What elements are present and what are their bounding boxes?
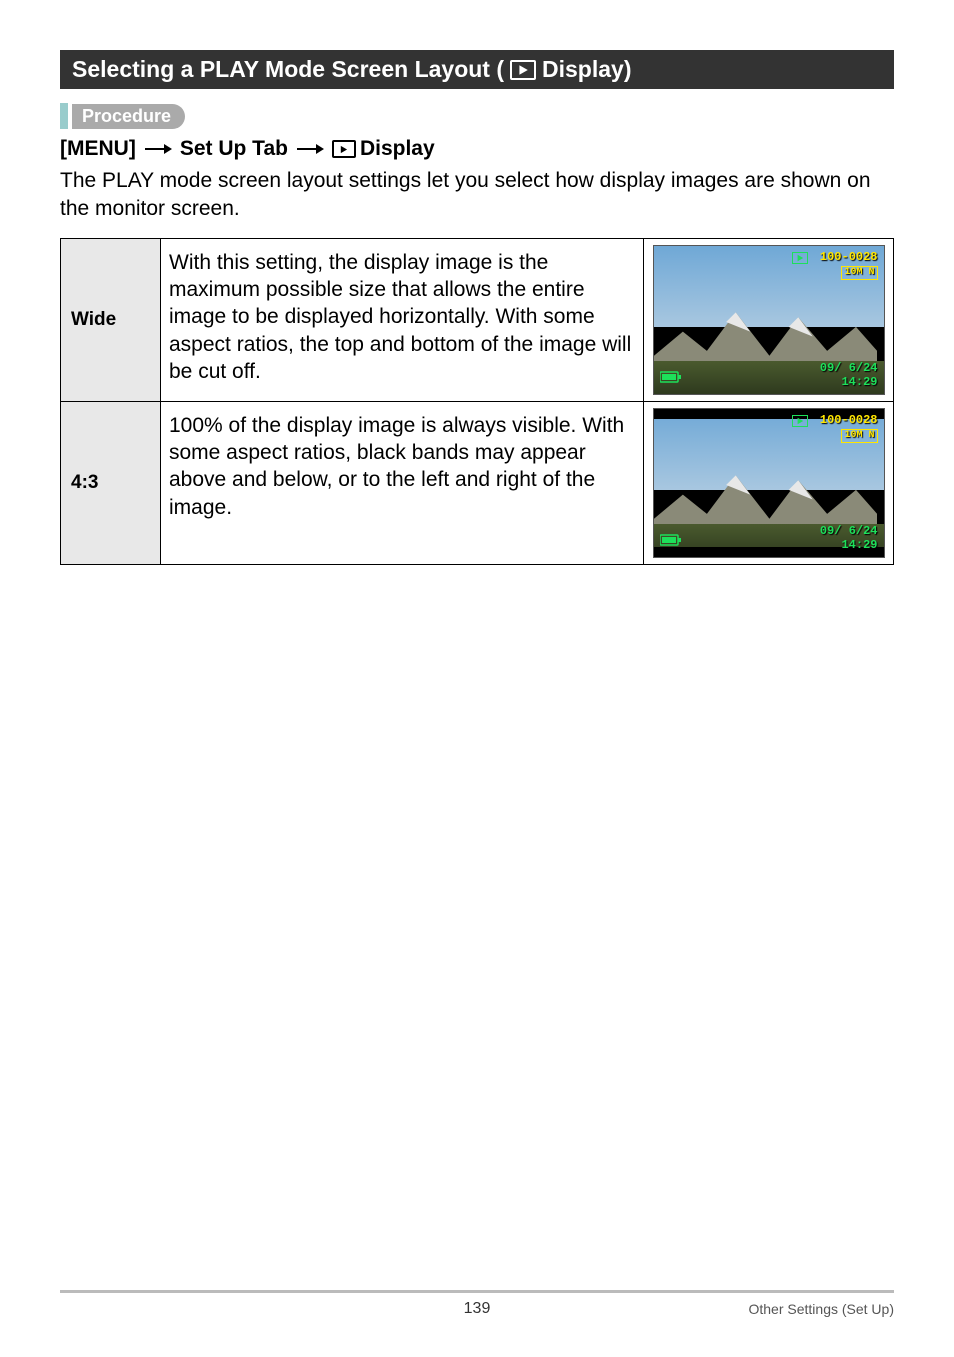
table-row: 4:3 100% of the display image is always … (61, 401, 894, 564)
option-preview-cell: 100-0028 10M N 09/ 6/24 14:29 (644, 238, 894, 401)
procedure-heading: Procedure (60, 103, 894, 129)
play-indicator-icon (792, 252, 808, 264)
play-mode-icon (332, 140, 356, 158)
overlay-time: 14:29 (820, 538, 878, 552)
procedure-chip: Procedure (72, 104, 185, 129)
overlay-date: 09/ 6/24 (820, 524, 878, 538)
preview-image-4-3: 100-0028 10M N 09/ 6/24 14:29 (653, 408, 885, 558)
page-footer: 139 Other Settings (Set Up) (60, 1290, 894, 1317)
overlay-size-badge: 10M N (841, 429, 877, 443)
menu-path-display: Display (360, 137, 435, 161)
options-table: Wide With this setting, the display imag… (60, 238, 894, 565)
option-description: With this setting, the display image is … (161, 238, 644, 401)
play-indicator-icon (792, 415, 808, 427)
overlay-time: 14:29 (820, 375, 878, 389)
overlay-datetime: 09/ 6/24 14:29 (820, 361, 878, 390)
arrow-icon (144, 142, 172, 156)
overlay-date: 09/ 6/24 (820, 361, 878, 375)
page-number: 139 (464, 1300, 491, 1318)
table-row: Wide With this setting, the display imag… (61, 238, 894, 401)
overlay-size-badge: 10M N (841, 266, 877, 280)
overlay-battery-icon (660, 370, 682, 388)
option-preview-cell: 100-0028 10M N 09/ 6/24 14:29 (644, 401, 894, 564)
section-title-bar: Selecting a PLAY Mode Screen Layout ( Di… (60, 50, 894, 89)
overlay-battery-icon (660, 533, 682, 551)
overlay-file-number: 100-0028 (820, 413, 878, 427)
footer-section: Other Settings (Set Up) (748, 1301, 894, 1317)
overlay-datetime: 09/ 6/24 14:29 (820, 524, 878, 553)
menu-path-setup: Set Up Tab (180, 137, 288, 161)
arrow-icon (296, 142, 324, 156)
option-label: 4:3 (61, 401, 161, 564)
section-description: The PLAY mode screen layout settings let… (60, 167, 894, 224)
menu-path: [MENU] Set Up Tab Display (60, 137, 894, 161)
option-description: 100% of the display image is always visi… (161, 401, 644, 564)
overlay-file-number: 100-0028 (820, 250, 878, 264)
overlay-file-info: 100-0028 10M N (820, 250, 878, 280)
procedure-accent-bar (60, 103, 68, 129)
preview-image-wide: 100-0028 10M N 09/ 6/24 14:29 (653, 245, 885, 395)
overlay-file-info: 100-0028 10M N (820, 413, 878, 443)
menu-path-menu: [MENU] (60, 137, 136, 161)
play-mode-icon (510, 60, 536, 80)
title-suffix: Display) (542, 56, 631, 83)
option-label: Wide (61, 238, 161, 401)
title-prefix: Selecting a PLAY Mode Screen Layout ( (72, 56, 504, 83)
procedure-label: Procedure (82, 106, 171, 126)
